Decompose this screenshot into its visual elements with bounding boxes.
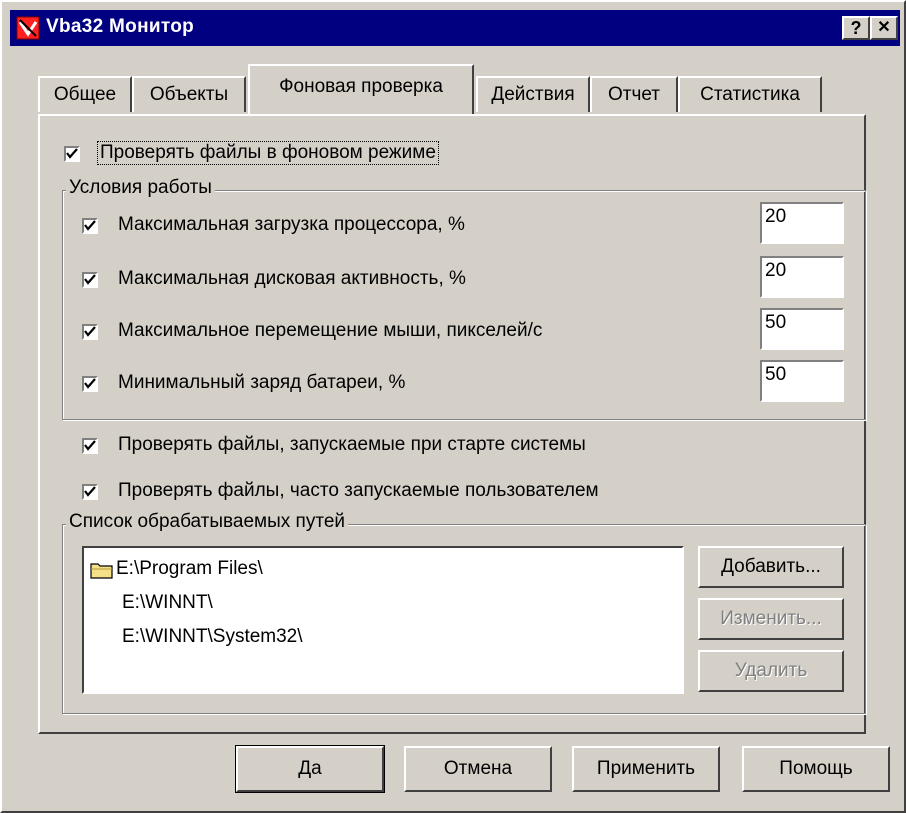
checkmark-icon [84,378,96,389]
cpu-load-checkbox[interactable] [82,218,98,234]
folder-icon [90,563,113,579]
edit-path-button[interactable]: Изменить... [698,598,844,640]
battery-level-input[interactable]: 50 [760,360,844,402]
mouse-movement-input[interactable]: 50 [760,308,844,350]
paths-listbox[interactable]: E:\Program Files\ E:\WINNT\ E:\WINNT\Sys… [82,546,684,694]
mouse-movement-checkbox[interactable] [82,324,98,340]
frequent-files-checkbox[interactable] [82,484,98,500]
background-scan-checkbox[interactable] [64,146,80,162]
tab-report[interactable]: Отчет [590,76,678,112]
checkmark-icon [84,220,96,231]
startup-files-label: Проверять файлы, запускаемые при старте … [118,434,586,455]
disk-activity-checkbox[interactable] [82,272,98,288]
dialog-window: Vba32 Монитор ? ✕ Общее Объекты Фоновая … [0,0,906,813]
list-item[interactable]: E:\Program Files\ [116,558,263,580]
battery-level-label: Минимальный заряд батареи, % [118,372,406,393]
checkmark-icon [84,440,96,451]
help-button[interactable]: Помощь [742,746,890,792]
tab-objects[interactable]: Объекты [132,76,246,112]
battery-level-checkbox[interactable] [82,376,98,392]
cpu-load-input[interactable]: 20 [760,202,844,244]
disk-activity-label: Максимальная дисковая активность, % [118,268,466,289]
tab-statistics[interactable]: Статистика [678,76,822,112]
ok-button[interactable]: Да [235,745,385,793]
checkmark-icon [84,486,96,497]
list-item[interactable]: E:\WINNT\System32\ [122,626,303,648]
checkmark-icon [84,274,96,285]
tab-background-scan[interactable]: Фоновая проверка [248,64,474,114]
mouse-movement-label: Максимальное перемещение мыши, пикселей/… [118,320,543,341]
vba32-logo-icon [16,16,40,40]
close-button[interactable]: ✕ [870,16,898,40]
delete-path-button[interactable]: Удалить [698,650,844,692]
checkmark-icon [84,326,96,337]
frequent-files-label: Проверять файлы, часто запускаемые польз… [118,480,599,501]
conditions-group-title: Условия работы [66,177,215,199]
paths-group-title: Список обрабатываемых путей [66,511,349,533]
cancel-button[interactable]: Отмена [404,746,552,792]
title-bar[interactable]: Vba32 Монитор ? ✕ [10,10,900,46]
cpu-load-label: Максимальная загрузка процессора, % [118,214,465,235]
background-scan-label[interactable]: Проверять файлы в фоновом режиме [97,141,439,165]
tab-actions[interactable]: Действия [476,76,590,112]
apply-button[interactable]: Применить [572,746,720,792]
help-title-button[interactable]: ? [842,16,870,40]
tab-general[interactable]: Общее [38,76,132,112]
startup-files-checkbox[interactable] [82,438,98,454]
window-title: Vba32 Монитор [46,16,195,37]
checkmark-icon [66,148,78,159]
disk-activity-input[interactable]: 20 [760,256,844,298]
add-path-button[interactable]: Добавить... [698,546,844,588]
list-item[interactable]: E:\WINNT\ [122,592,213,614]
